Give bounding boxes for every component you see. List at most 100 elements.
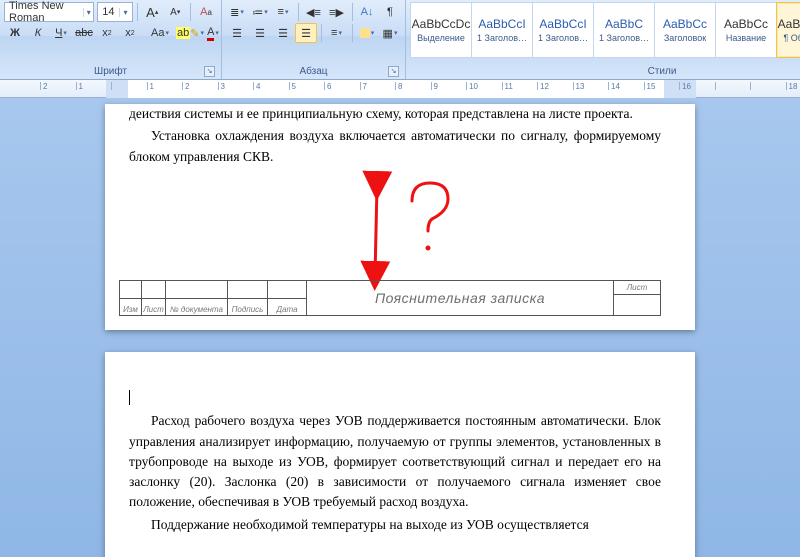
- ruler-mark: [750, 82, 753, 90]
- shrink-font-button[interactable]: A▾: [164, 2, 186, 22]
- ruler-mark: [715, 82, 718, 90]
- ruler-mark: 16: [679, 82, 691, 90]
- chevron-down-icon[interactable]: ▾: [83, 8, 93, 17]
- grow-font-button[interactable]: A▴: [141, 2, 163, 22]
- align-left-button[interactable]: ☰: [226, 23, 248, 43]
- indent-button[interactable]: ≡▶: [326, 2, 348, 22]
- style-preview: AaBbCc: [663, 17, 707, 31]
- ruler-mark: 14: [608, 82, 620, 90]
- style-tile[interactable]: AaBbC 1 Заголов…: [593, 2, 655, 58]
- ruler-mark: 2: [182, 82, 189, 90]
- paragraph-dialog-launcher[interactable]: ↘: [388, 66, 399, 77]
- clear-formatting-button[interactable]: Aa: [195, 2, 217, 22]
- style-preview: AaBbC: [605, 17, 643, 31]
- font-size-combo[interactable]: 14 ▾: [97, 2, 132, 22]
- ruler-mark: 5: [289, 82, 296, 90]
- style-tile[interactable]: AaBbCcDc¶ Обычный: [776, 2, 800, 58]
- page2-text[interactable]: Расход рабочего воздуха через УОВ поддер…: [129, 390, 661, 537]
- style-preview: AaBbCcDc: [778, 17, 800, 31]
- underline-button[interactable]: Ч▾: [50, 23, 72, 43]
- annotation-arrow: [357, 176, 457, 289]
- strike-button[interactable]: abc: [73, 23, 95, 43]
- line-spacing-button[interactable]: ≡▾: [326, 23, 348, 43]
- borders-button[interactable]: ▦▾: [379, 23, 401, 43]
- font-name-combo[interactable]: Times New Roman ▾: [4, 2, 94, 22]
- align-right-button[interactable]: ☰: [272, 23, 294, 43]
- style-tile[interactable]: AaBbCcI 1 Заголов…: [471, 2, 533, 58]
- stamp-sheet-label: Лист: [614, 281, 660, 295]
- title-block-stamp[interactable]: Изм Лист № документа Подпись Дата Поясни…: [119, 280, 661, 316]
- ruler-mark: 7: [360, 82, 367, 90]
- ruler-mark: 11: [502, 82, 513, 90]
- ruler-mark: 4: [253, 82, 260, 90]
- stamp-right: Лист: [614, 281, 660, 315]
- bullets-button[interactable]: ≣▾: [226, 2, 248, 22]
- style-name: 1 Заголов…: [599, 33, 649, 43]
- align-center-button[interactable]: ☰: [249, 23, 271, 43]
- style-tile[interactable]: AaBbCcDc Выделение: [410, 2, 472, 58]
- style-name: Название: [726, 33, 766, 43]
- group-styles: AaBbCcDcВыделениеAaBbCcI1 Заголов…AaBbCc…: [406, 0, 800, 79]
- ruler-mark: 15: [644, 82, 656, 90]
- ruler-mark: 9: [431, 82, 438, 90]
- numbering-button[interactable]: ≔▾: [249, 2, 271, 22]
- ruler-mark: 10: [466, 82, 478, 90]
- page-2[interactable]: Расход рабочего воздуха через УОВ поддер…: [105, 352, 695, 557]
- para-line: Поддержание необходимой температуры на в…: [129, 515, 661, 535]
- multilevel-button[interactable]: ≡▾: [272, 2, 294, 22]
- style-preview: AaBbCc: [724, 17, 768, 31]
- ruler-mark: 8: [395, 82, 402, 90]
- group-font-label: Шрифт ↘: [4, 65, 217, 79]
- style-name: 1 Заголов…: [477, 33, 527, 43]
- ruler-mark: 6: [324, 82, 331, 90]
- style-tile[interactable]: AaBbCc Название: [715, 2, 777, 58]
- font-color-button[interactable]: A▾: [202, 23, 224, 43]
- stamp-cell: Дата: [268, 299, 306, 316]
- sort-button[interactable]: A↓: [356, 2, 378, 22]
- shading-button[interactable]: ▾: [356, 23, 378, 43]
- ruler-mark: 1: [76, 82, 83, 90]
- chevron-down-icon[interactable]: ▾: [119, 8, 132, 17]
- style-name: Выделение: [417, 33, 465, 43]
- ribbon: Times New Roman ▾ 14 ▾ A▴ A▾ Aa Ж К Ч▾ a…: [0, 0, 800, 80]
- show-marks-button[interactable]: ¶: [379, 2, 401, 22]
- highlight-button[interactable]: ab✎▾: [179, 23, 201, 43]
- style-name: 1 Заголов…: [538, 33, 588, 43]
- bold-button[interactable]: Ж: [4, 23, 26, 43]
- style-tile[interactable]: AaBbCcI 1 Заголов…: [532, 2, 594, 58]
- group-paragraph-label: Абзац ↘: [226, 65, 401, 79]
- text-cursor: [129, 390, 130, 405]
- ruler-mark: 3: [218, 82, 225, 90]
- stamp-cell: Лист: [142, 299, 166, 316]
- stamp-cell: Изм: [120, 299, 142, 316]
- superscript-button[interactable]: x2: [119, 23, 141, 43]
- ruler-mark: 1: [147, 82, 154, 90]
- outdent-button[interactable]: ◀≡: [303, 2, 325, 22]
- font-size-value: 14: [98, 6, 118, 18]
- page1-text[interactable]: деиствия системы и ее принципиальную схе…: [129, 104, 661, 167]
- font-name-value: Times New Roman: [5, 0, 83, 24]
- document-area: 211234567891011121314151618 деиствия сис…: [0, 80, 800, 557]
- change-case-button[interactable]: Aa▾: [149, 23, 171, 43]
- stamp-left: Изм Лист № документа Подпись Дата: [120, 281, 306, 315]
- font-dialog-launcher[interactable]: ↘: [204, 66, 215, 77]
- ruler-mark: 13: [573, 82, 585, 90]
- subscript-button[interactable]: x2: [96, 23, 118, 43]
- style-preview: AaBbCcDc: [412, 17, 471, 31]
- style-tile[interactable]: AaBbCc Заголовок: [654, 2, 716, 58]
- page-1[interactable]: деиствия системы и ее принципиальную схе…: [105, 104, 695, 330]
- stamp-cell: № документа: [166, 299, 228, 316]
- styles-gallery: AaBbCcDcВыделениеAaBbCcI1 Заголов…AaBbCc…: [410, 2, 800, 58]
- pages-container: деиствия системы и ее принципиальную схе…: [0, 98, 800, 557]
- style-name: Заголовок: [664, 33, 706, 43]
- stamp-cell: Подпись: [228, 299, 268, 316]
- para-line: Установка охлаждения воздуха включается …: [129, 126, 661, 167]
- group-styles-label: Стили ↘: [410, 65, 800, 79]
- style-preview: AaBbCcI: [539, 17, 586, 31]
- italic-button[interactable]: К: [27, 23, 49, 43]
- align-justify-button[interactable]: ☰: [295, 23, 317, 43]
- group-paragraph: ≣▾ ≔▾ ≡▾ ◀≡ ≡▶ A↓ ¶ ☰ ☰ ☰ ☰ ≡▾ ▾ ▦▾: [222, 0, 406, 79]
- style-preview: AaBbCcI: [478, 17, 525, 31]
- horizontal-ruler[interactable]: 211234567891011121314151618: [0, 80, 800, 98]
- ruler-mark: 12: [537, 82, 549, 90]
